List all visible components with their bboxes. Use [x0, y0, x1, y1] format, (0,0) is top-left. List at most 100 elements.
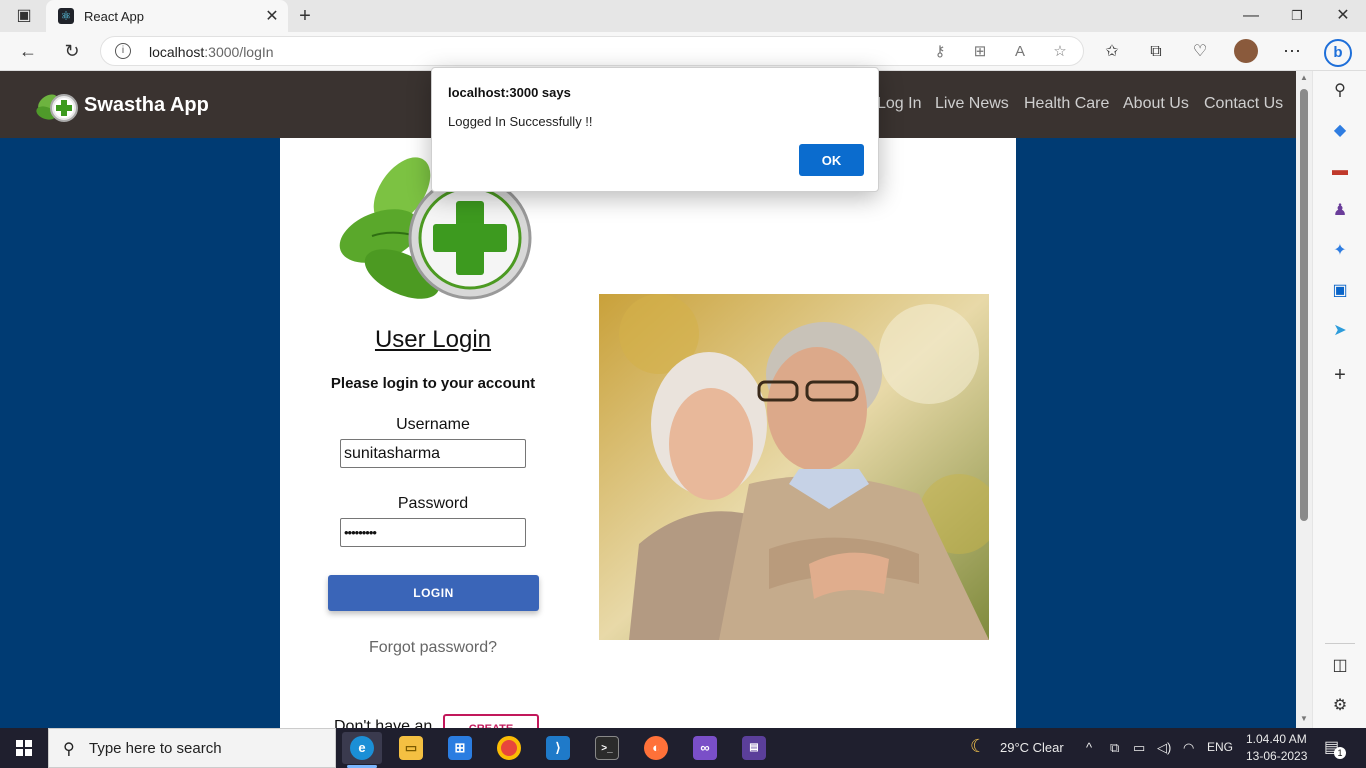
vscode-icon: ⟩: [546, 736, 570, 760]
browser-tab[interactable]: ⚛ React App ✕: [46, 0, 288, 32]
taskbar-visual-studio[interactable]: ∞: [685, 732, 725, 764]
new-tab-icon[interactable]: +: [292, 0, 318, 32]
show-hidden-icons[interactable]: ^: [1086, 740, 1092, 755]
edge-icon: e: [350, 736, 374, 760]
sidebar-shopping-icon[interactable]: ◆: [1328, 119, 1352, 143]
password-key-icon[interactable]: ⚷: [927, 37, 953, 67]
volume-icon[interactable]: ◁): [1157, 740, 1171, 756]
page-scrollbar[interactable]: ▲ ▼: [1296, 71, 1312, 728]
scroll-down-icon[interactable]: ▼: [1296, 714, 1312, 723]
notification-count: 1: [1334, 747, 1346, 759]
taskbar-edge[interactable]: e: [342, 732, 382, 764]
scroll-up-icon[interactable]: ▲: [1296, 73, 1312, 82]
app-available-icon[interactable]: ⊞: [967, 37, 993, 67]
taskbar-search-box[interactable]: ⚲ Type here to search: [48, 728, 336, 768]
sidebar-tools-icon[interactable]: ▬: [1328, 159, 1352, 183]
username-label: Username: [396, 416, 470, 433]
app-window-icon: ▤: [742, 736, 766, 760]
address-bar[interactable]: i localhost:3000/logIn ⚷ ⊞ A ☆: [100, 36, 1084, 66]
sidebar-hide-icon[interactable]: ◫: [1328, 654, 1352, 678]
restore-icon[interactable]: ❐: [1284, 0, 1310, 32]
login-title: User Login: [374, 326, 492, 353]
url-host: localhost: [149, 44, 205, 60]
search-icon: ⚲: [63, 741, 75, 758]
url-text[interactable]: localhost:3000/logIn: [149, 44, 274, 60]
sidebar-settings-icon[interactable]: ⚙: [1328, 694, 1352, 718]
nav-link-contact-us[interactable]: Contact Us: [1204, 95, 1283, 113]
favorite-star-icon[interactable]: ☆: [1047, 37, 1073, 67]
tab-actions-icon[interactable]: ▣: [10, 0, 38, 32]
sidebar-search-icon[interactable]: ⚲: [1328, 79, 1352, 103]
weather-moon-icon[interactable]: ☾: [970, 736, 986, 757]
taskbar-chrome[interactable]: [489, 732, 529, 764]
sidebar-divider: [1325, 643, 1355, 644]
password-label: Password: [397, 495, 469, 512]
sidebar-games-icon[interactable]: ♟: [1328, 199, 1352, 223]
battery-icon[interactable]: ▭: [1133, 740, 1145, 756]
windows-taskbar: ⚲ Type here to search e ▭ ⊞ ⟩ >_ ◐ ∞ ▤ ☾…: [0, 728, 1366, 768]
read-aloud-icon[interactable]: A: [1007, 37, 1033, 67]
forgot-password-link[interactable]: Forgot password?: [280, 639, 586, 657]
refresh-icon[interactable]: ↻: [57, 32, 87, 71]
profile-avatar[interactable]: [1231, 32, 1261, 71]
username-input[interactable]: [340, 439, 526, 468]
sidebar-send-icon[interactable]: ➤: [1328, 319, 1352, 343]
sidebar-add-icon[interactable]: +: [1328, 363, 1352, 387]
dialog-ok-button[interactable]: OK: [799, 144, 864, 176]
brand-name[interactable]: Swastha App: [84, 94, 209, 117]
login-card: User Login Please login to your account …: [280, 138, 1016, 728]
taskbar-vscode[interactable]: ⟩: [538, 732, 578, 764]
back-icon[interactable]: ←: [13, 32, 43, 71]
scrollbar-thumb[interactable]: [1300, 89, 1308, 521]
sidebar-microsoft365-icon[interactable]: ✦: [1328, 239, 1352, 263]
store-icon: ⊞: [448, 736, 472, 760]
browser-essentials-icon[interactable]: ♡: [1185, 32, 1215, 71]
site-info-icon[interactable]: i: [115, 43, 131, 59]
visual-studio-icon: ∞: [693, 736, 717, 760]
address-toolbar: ← ↻ i localhost:3000/logIn ⚷ ⊞ A ☆ ✩ ⧉ ♡…: [0, 32, 1366, 71]
settings-more-icon[interactable]: ⋯: [1277, 32, 1307, 71]
collections-icon[interactable]: ⧉: [1141, 32, 1171, 71]
login-subtitle: Please login to your account: [330, 375, 536, 392]
close-window-icon[interactable]: ✕: [1330, 0, 1356, 32]
create-account-button[interactable]: CREATE: [443, 714, 539, 728]
nav-link-login[interactable]: Log In: [877, 95, 921, 113]
folder-icon: ▭: [399, 736, 423, 760]
nav-link-live-news[interactable]: Live News: [935, 95, 1009, 113]
weather-text[interactable]: 29°C Clear: [1000, 740, 1064, 755]
bing-chat-icon[interactable]: b: [1323, 32, 1353, 71]
taskbar-file-explorer[interactable]: ▭: [391, 732, 431, 764]
search-placeholder: Type here to search: [89, 740, 222, 757]
no-account-text: Don't have an: [334, 718, 433, 728]
browser-tab-bar: ▣ ⚛ React App ✕ + — ❐ ✕: [0, 0, 1366, 32]
taskbar-firefox[interactable]: ◐: [636, 732, 676, 764]
nav-link-about-us[interactable]: About Us: [1123, 95, 1189, 113]
wifi-icon[interactable]: ◠: [1183, 740, 1194, 756]
taskbar-store[interactable]: ⊞: [440, 732, 480, 764]
firefox-icon: ◐: [644, 736, 668, 760]
login-button[interactable]: LOGIN: [328, 575, 539, 611]
edge-sidebar: ⚲ ◆ ▬ ♟ ✦ ▣ ➤ + ◫ ⚙: [1312, 71, 1366, 728]
taskbar-terminal[interactable]: >_: [587, 732, 627, 764]
password-input[interactable]: [340, 518, 526, 547]
dialog-title: localhost:3000 says: [448, 85, 571, 100]
chrome-icon: [497, 736, 521, 760]
meet-now-icon[interactable]: ⧉: [1110, 740, 1119, 756]
brand-logo-icon[interactable]: [34, 87, 80, 125]
taskbar-app[interactable]: ▤: [734, 732, 774, 764]
nav-link-health-care[interactable]: Health Care: [1024, 95, 1109, 113]
react-favicon-icon: ⚛: [58, 8, 74, 24]
terminal-icon: >_: [595, 736, 619, 760]
alert-dialog: localhost:3000 says Logged In Successful…: [431, 67, 879, 192]
favorites-icon[interactable]: ✩: [1097, 32, 1127, 71]
clock-date[interactable]: 13-06-2023: [1246, 749, 1307, 763]
clock-time[interactable]: 1.04.40 AM: [1246, 732, 1307, 746]
language-indicator[interactable]: ENG: [1207, 740, 1233, 754]
tab-title: React App: [84, 8, 144, 24]
minimize-icon[interactable]: —: [1238, 0, 1264, 32]
elderly-couple-photo: [599, 294, 989, 640]
sidebar-outlook-icon[interactable]: ▣: [1328, 279, 1352, 303]
url-path: :3000/logIn: [204, 44, 274, 60]
close-tab-icon[interactable]: ✕: [262, 6, 282, 26]
windows-start-icon[interactable]: [0, 728, 48, 768]
